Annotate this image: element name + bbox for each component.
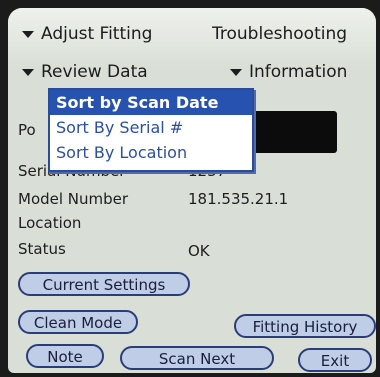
model-number-label: Model Number: [18, 190, 129, 208]
troubleshooting-menu[interactable]: Troubleshooting: [212, 24, 347, 44]
information-menu[interactable]: Information: [230, 62, 347, 82]
exit-button[interactable]: Exit: [298, 348, 372, 372]
device-screen: Adjust Fitting Troubleshooting Review Da…: [8, 8, 376, 373]
dropdown-triangle-icon: [22, 30, 34, 38]
current-settings-button[interactable]: Current Settings: [18, 272, 190, 296]
adjust-fitting-label: Adjust Fitting: [41, 24, 153, 44]
status-value: OK: [188, 242, 210, 260]
po-label: Po: [18, 121, 36, 139]
review-data-label: Review Data: [41, 62, 148, 82]
note-button[interactable]: Note: [26, 344, 104, 368]
redacted-block: [245, 111, 337, 153]
scan-next-button[interactable]: Scan Next: [120, 346, 274, 370]
review-data-menu[interactable]: Review Data: [22, 62, 148, 82]
sort-option-scan-date[interactable]: Sort by Scan Date: [50, 90, 252, 115]
sort-option-serial[interactable]: Sort By Serial #: [50, 115, 252, 140]
fitting-history-button[interactable]: Fitting History: [234, 314, 376, 338]
adjust-fitting-menu[interactable]: Adjust Fitting: [22, 24, 152, 44]
dropdown-triangle-icon: [22, 68, 34, 76]
dropdown-triangle-icon: [230, 68, 242, 76]
clean-mode-button[interactable]: Clean Mode: [18, 310, 138, 334]
status-label: Status: [18, 240, 66, 258]
information-label: Information: [249, 62, 348, 82]
troubleshooting-label: Troubleshooting: [212, 24, 348, 44]
model-number-value: 181.535.21.1: [188, 190, 289, 208]
sort-option-location[interactable]: Sort By Location: [50, 140, 252, 165]
sort-dropdown-menu: Sort by Scan Date Sort By Serial # Sort …: [48, 88, 254, 172]
location-label: Location: [18, 214, 82, 232]
